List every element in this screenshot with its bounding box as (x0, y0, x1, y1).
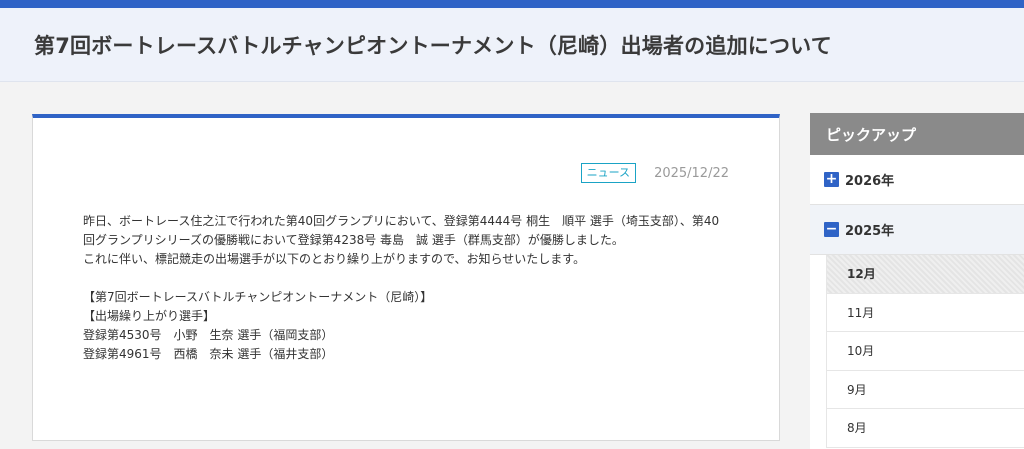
news-category-badge[interactable]: ニュース (580, 163, 637, 183)
plus-icon: + (824, 171, 839, 187)
article-meta: ニュース 2025/12/22 (580, 163, 729, 183)
month-link-10[interactable]: 10月 (826, 332, 1024, 371)
article-card: ニュース 2025/12/22 昨日、ボートレース住之江で行われた第40回グラン… (32, 114, 780, 441)
month-link-8[interactable]: 8月 (826, 409, 1024, 448)
sidebar-header: ピックアップ (810, 113, 1024, 155)
year-label: 2025年 (845, 224, 895, 239)
title-bar: 第7回ボートレースバトルチャンピオントーナメント（尼崎）出場者の追加について (0, 8, 1024, 82)
year-toggle-2025[interactable]: − 2025年 (810, 205, 1024, 255)
pickup-sidebar: ピックアップ + 2026年 − 2025年 12月 11月 10月 9月 8月 (810, 113, 1024, 449)
month-link-11[interactable]: 11月 (826, 293, 1024, 332)
month-list: 12月 11月 10月 9月 8月 (826, 255, 1024, 448)
minus-icon: − (824, 221, 839, 237)
month-link-12[interactable]: 12月 (826, 255, 1024, 294)
top-accent-bar (0, 0, 1024, 8)
year-label: 2026年 (845, 174, 895, 189)
year-toggle-2026[interactable]: + 2026年 (810, 155, 1024, 205)
page-title: 第7回ボートレースバトルチャンピオントーナメント（尼崎）出場者の追加について (34, 33, 832, 58)
month-link-9[interactable]: 9月 (826, 370, 1024, 409)
article-body: 昨日、ボートレース住之江で行われた第40回グランプリにおいて、登録第4444号 … (83, 214, 720, 361)
post-date: 2025/12/22 (654, 165, 729, 181)
